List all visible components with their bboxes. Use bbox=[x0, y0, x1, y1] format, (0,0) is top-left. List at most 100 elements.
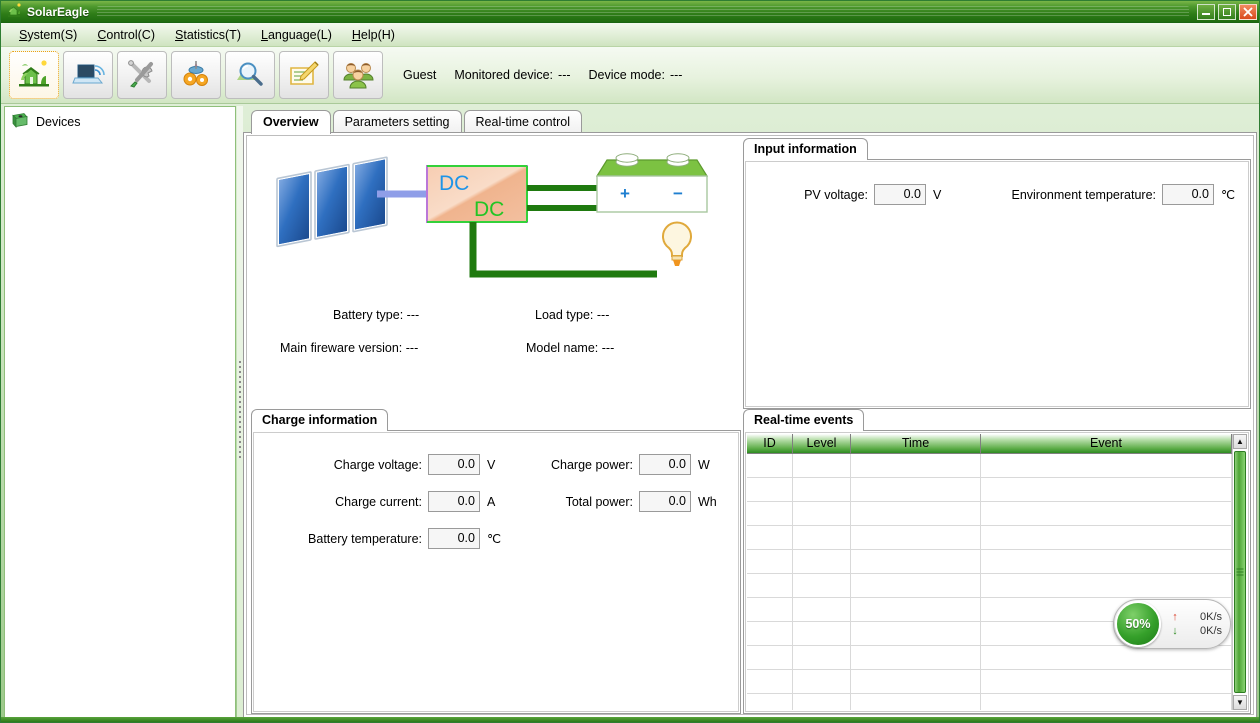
table-row[interactable] bbox=[747, 454, 1232, 478]
charge-voltage-label: Charge voltage: bbox=[333, 457, 422, 472]
tab-overview[interactable]: Overview bbox=[251, 110, 331, 134]
pv-voltage-row: PV voltage: 0.0 V bbox=[772, 184, 941, 205]
table-row[interactable] bbox=[747, 694, 1232, 710]
svg-text:+: + bbox=[620, 184, 630, 203]
menu-control-label: ontrol(C) bbox=[106, 27, 155, 42]
events-table-body bbox=[747, 454, 1232, 710]
toolbar-tools-button[interactable] bbox=[117, 51, 167, 99]
scrollbar-track[interactable] bbox=[1233, 449, 1247, 695]
scroll-up-arrow-icon[interactable]: ▲ bbox=[1233, 434, 1247, 449]
tab-parameters-setting[interactable]: Parameters setting bbox=[332, 110, 462, 134]
charge-voltage-row: Charge voltage: 0.0 V bbox=[304, 454, 495, 475]
monitored-device-value: --- bbox=[558, 68, 571, 82]
sidebar-item-devices[interactable]: Devices bbox=[5, 107, 235, 136]
total-power-label: Total power: bbox=[565, 494, 633, 509]
firmware-version-info: Main fireware version: --- bbox=[280, 341, 418, 355]
tab-page-overview: DC DC + − Battery type: --- Load type: -… bbox=[243, 132, 1257, 718]
total-power-row: Total power: 0.0 Wh bbox=[529, 491, 717, 512]
menu-system[interactable]: System(S) bbox=[11, 25, 85, 45]
column-header-event[interactable]: Event bbox=[981, 434, 1232, 453]
menu-statistics[interactable]: Statistics(T) bbox=[167, 25, 249, 45]
menu-control[interactable]: Control(C) bbox=[89, 25, 163, 45]
charge-voltage-field[interactable]: 0.0 bbox=[428, 454, 480, 475]
maximize-button[interactable] bbox=[1218, 3, 1236, 20]
device-mode: Device mode: --- bbox=[589, 68, 683, 82]
pv-voltage-field[interactable]: 0.0 bbox=[874, 184, 926, 205]
input-information-body: PV voltage: 0.0 V Environment temperatur… bbox=[743, 159, 1251, 409]
realtime-events-title: Real-time events bbox=[743, 409, 865, 431]
column-header-level[interactable]: Level bbox=[793, 434, 851, 453]
charge-information-title: Charge information bbox=[251, 409, 389, 431]
column-header-id[interactable]: ID bbox=[747, 434, 793, 453]
charge-power-field[interactable]: 0.0 bbox=[639, 454, 691, 475]
solar-system-diagram: DC DC + − bbox=[259, 146, 729, 306]
table-row[interactable] bbox=[747, 670, 1232, 694]
toolbar-overview-button[interactable] bbox=[9, 51, 59, 99]
table-row[interactable] bbox=[747, 526, 1232, 550]
column-header-time[interactable]: Time bbox=[851, 434, 981, 453]
window-controls bbox=[1197, 3, 1259, 20]
magnifier-icon bbox=[233, 58, 267, 93]
table-row[interactable] bbox=[747, 646, 1232, 670]
scroll-down-arrow-icon[interactable]: ▼ bbox=[1233, 695, 1247, 710]
title-bar-left: SolarEagle bbox=[1, 2, 89, 21]
pv-voltage-unit: V bbox=[933, 187, 942, 202]
tab-parameters-setting-label: Parameters setting bbox=[344, 115, 450, 129]
close-icon bbox=[1243, 7, 1253, 16]
monitored-device: Monitored device: --- bbox=[454, 68, 570, 82]
sidebar-item-devices-label: Devices bbox=[36, 114, 81, 129]
menu-language[interactable]: Language(L) bbox=[253, 25, 340, 45]
model-name-value: --- bbox=[601, 341, 615, 355]
table-row[interactable] bbox=[747, 550, 1232, 574]
toolbar-users-button[interactable] bbox=[333, 51, 383, 99]
menu-system-label: ystem(S) bbox=[27, 27, 78, 42]
toolbar-status-strip: Guest Monitored device: --- Device mode:… bbox=[403, 68, 682, 82]
load-wire bbox=[469, 222, 657, 278]
toolbar-search-button[interactable] bbox=[225, 51, 275, 99]
table-row[interactable] bbox=[747, 478, 1232, 502]
network-speed-widget[interactable]: 50% ↑ 0K/s ↓ 0K/s bbox=[1113, 599, 1231, 649]
toolbar-settings-button[interactable] bbox=[171, 51, 221, 99]
environment-temperature-field[interactable]: 0.0 bbox=[1162, 184, 1214, 205]
menu-help-label: elp(H) bbox=[360, 27, 395, 42]
minimize-button[interactable] bbox=[1197, 3, 1215, 20]
menu-bar: System(S) Control(C) Statistics(T) Langu… bbox=[1, 23, 1259, 47]
app-icon bbox=[6, 2, 22, 21]
title-bar-filler bbox=[97, 5, 1189, 18]
solar-house-icon bbox=[17, 58, 51, 93]
events-table: ID Level Time Event bbox=[747, 434, 1232, 710]
tab-realtime-control[interactable]: Real-time control bbox=[463, 110, 582, 134]
load-type-label: Load type: bbox=[535, 308, 594, 322]
menu-help[interactable]: Help(H) bbox=[344, 25, 403, 45]
scrollbar-grip-icon bbox=[1236, 568, 1244, 576]
close-button[interactable] bbox=[1239, 3, 1257, 20]
upload-rate-line: ↑ 0K/s bbox=[1169, 611, 1222, 623]
events-vertical-scrollbar[interactable]: ▲ ▼ bbox=[1232, 434, 1247, 710]
toolbar-device-connect-button[interactable] bbox=[63, 51, 113, 99]
upload-rate-value: 0K/s bbox=[1199, 611, 1222, 623]
table-row[interactable] bbox=[747, 574, 1232, 598]
toolbar-log-button[interactable] bbox=[279, 51, 329, 99]
input-information-group: Input information PV voltage: 0.0 V Envi… bbox=[743, 138, 1251, 409]
menu-statistics-label: tatistics(T) bbox=[183, 27, 241, 42]
upload-arrow-icon: ↑ bbox=[1172, 611, 1178, 623]
svg-text:−: − bbox=[673, 184, 683, 203]
table-row[interactable] bbox=[747, 502, 1232, 526]
environment-temperature-unit: ℃ bbox=[1221, 188, 1236, 202]
environment-temperature-row: Environment temperature: 0.0 ℃ bbox=[986, 184, 1235, 205]
charge-current-field[interactable]: 0.0 bbox=[428, 491, 480, 512]
scrollbar-thumb[interactable] bbox=[1234, 451, 1246, 693]
battery-icon: + − bbox=[595, 153, 709, 213]
battery-type-value: --- bbox=[406, 308, 420, 322]
application-window: SolarEagle System(S) Control(C) Statisti… bbox=[0, 0, 1260, 723]
main-panel: Overview Parameters setting Real-time co… bbox=[243, 106, 1257, 718]
devices-sidebar: Devices bbox=[4, 106, 236, 718]
laptop-wifi-icon bbox=[71, 58, 105, 93]
total-power-field[interactable]: 0.0 bbox=[639, 491, 691, 512]
charge-power-row: Charge power: 0.0 W bbox=[529, 454, 710, 475]
input-information-inner: PV voltage: 0.0 V Environment temperatur… bbox=[745, 161, 1249, 407]
menu-language-mnemonic: L bbox=[260, 27, 268, 42]
speed-percent-circle[interactable]: 50% bbox=[1115, 601, 1161, 647]
pv-voltage-label: PV voltage: bbox=[804, 187, 868, 202]
battery-temperature-field[interactable]: 0.0 bbox=[428, 528, 480, 549]
